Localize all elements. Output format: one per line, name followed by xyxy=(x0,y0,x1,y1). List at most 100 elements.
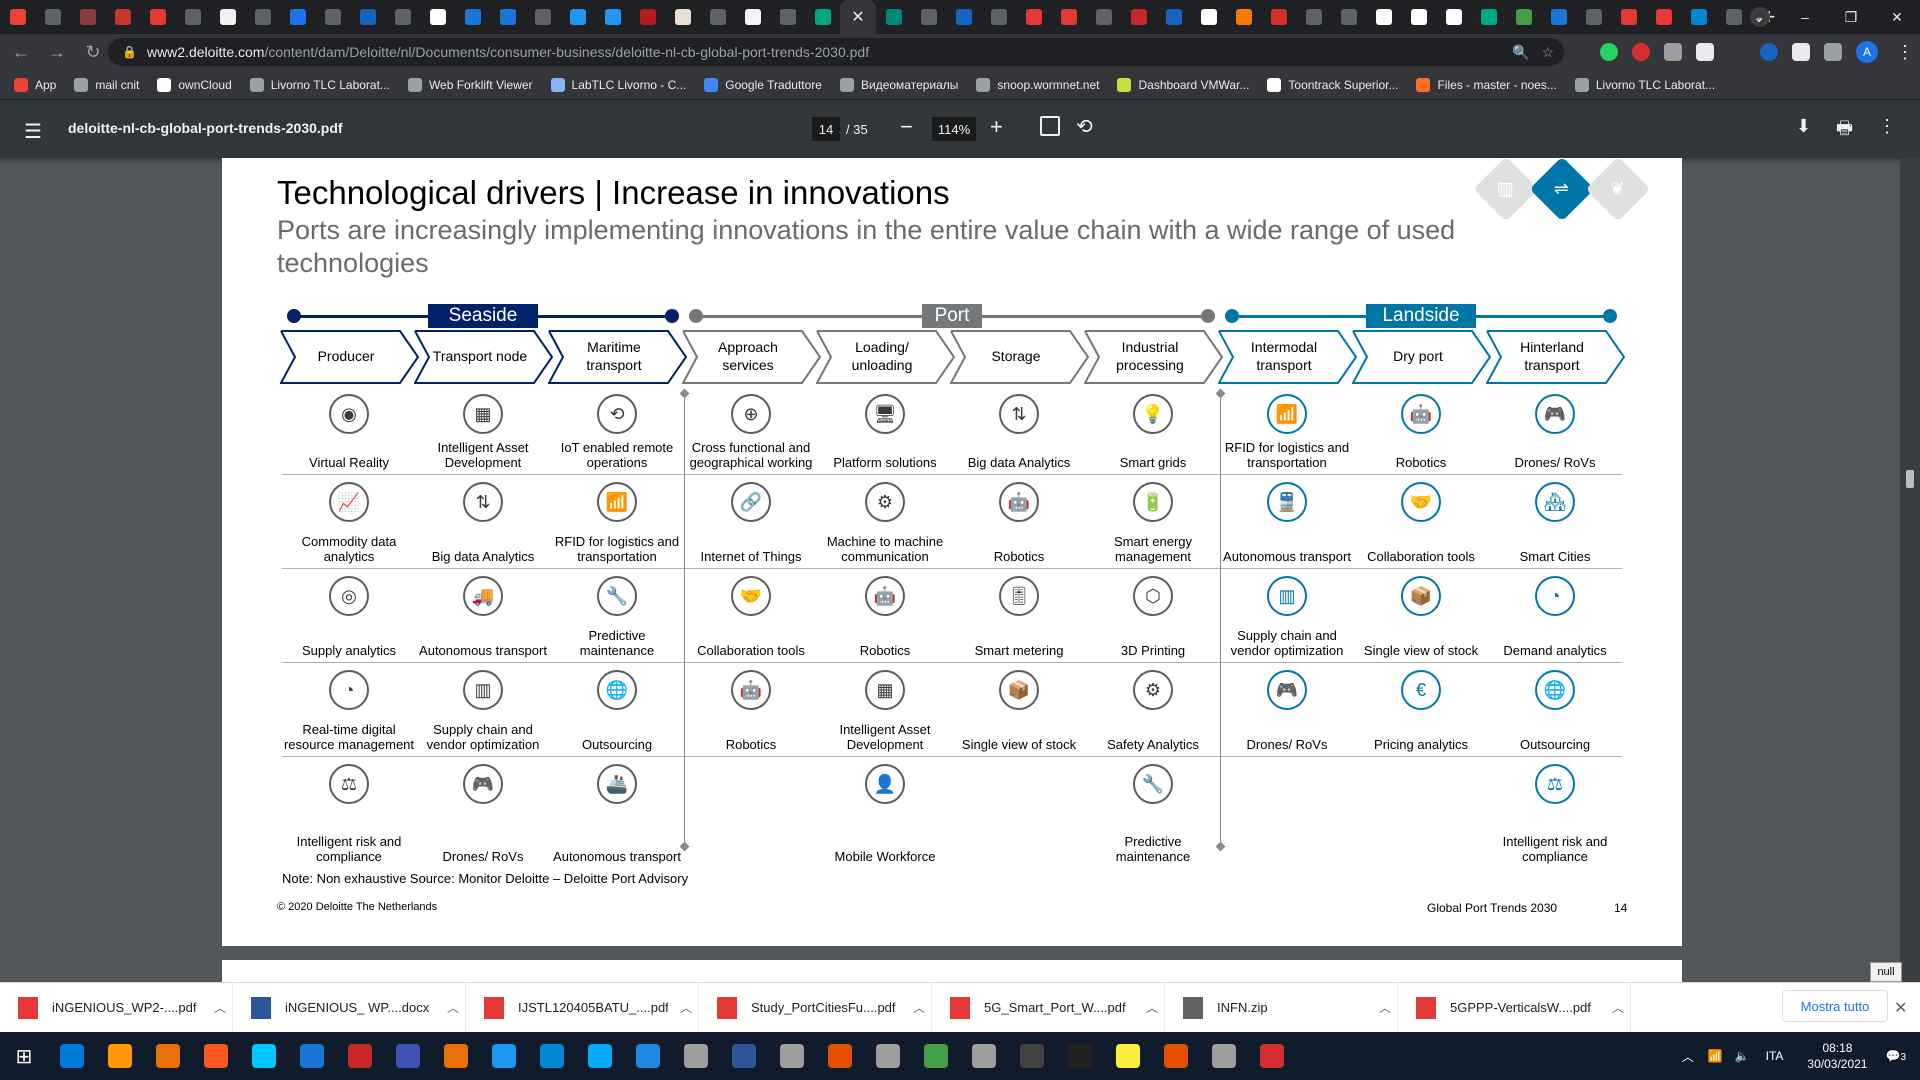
chevron-up-icon[interactable]: ︿ xyxy=(913,999,925,1016)
taskbar-app[interactable] xyxy=(1200,1032,1248,1080)
browser-tab[interactable] xyxy=(1681,0,1716,34)
volume-icon[interactable]: 🔈 xyxy=(1735,1049,1750,1063)
browser-tab[interactable] xyxy=(1506,0,1541,34)
browser-tab[interactable] xyxy=(946,0,981,34)
address-bar[interactable]: 🔒 www2.deloitte.com /content/dam/Deloitt… xyxy=(108,38,1564,66)
translate-extension-icon[interactable] xyxy=(1792,43,1810,61)
browser-tab[interactable] xyxy=(1191,0,1226,34)
tray-chevron-icon[interactable]: ︿ xyxy=(1682,1048,1694,1065)
zoom-icon[interactable]: 🔍 xyxy=(1512,44,1529,61)
taskbar-app[interactable] xyxy=(336,1032,384,1080)
taskbar-app[interactable] xyxy=(240,1032,288,1080)
download-item[interactable]: IJSTL120405BATU_....pdf ︿ xyxy=(466,982,699,1033)
more-options-icon[interactable]: ⋮ xyxy=(1878,116,1896,137)
browser-tab[interactable] xyxy=(1016,0,1051,34)
taskbar-app[interactable] xyxy=(816,1032,864,1080)
lock-icon[interactable]: 🔒 xyxy=(122,45,137,59)
taskbar-app[interactable] xyxy=(1248,1032,1296,1080)
taskbar-app[interactable] xyxy=(48,1032,96,1080)
browser-tab[interactable] xyxy=(1366,0,1401,34)
scrollbar-thumb[interactable] xyxy=(1906,470,1914,488)
taskbar-app[interactable] xyxy=(672,1032,720,1080)
taskbar-app[interactable] xyxy=(1104,1032,1152,1080)
back-icon[interactable]: ← xyxy=(6,37,36,67)
ip-extension-icon[interactable] xyxy=(1760,43,1778,61)
forward-icon[interactable]: → xyxy=(42,37,72,67)
browser-tab[interactable] xyxy=(1576,0,1611,34)
start-button[interactable]: ⊞ xyxy=(0,1032,48,1080)
page-number-input[interactable]: 14 xyxy=(812,117,840,141)
browser-tab[interactable] xyxy=(105,0,140,34)
browser-tab[interactable] xyxy=(735,0,770,34)
bookmark-item[interactable]: Livorno TLC Laborat... xyxy=(249,77,390,92)
bookmark-item[interactable]: Files - master - noes... xyxy=(1416,77,1557,92)
bookmark-item[interactable]: LabTLC Livorno - C... xyxy=(550,77,686,92)
taskbar-app[interactable] xyxy=(768,1032,816,1080)
download-item[interactable]: INFN.zip ︿ xyxy=(1165,982,1398,1033)
bookmark-star-icon[interactable]: ☆ xyxy=(1541,44,1554,61)
browser-tab[interactable] xyxy=(1261,0,1296,34)
zoom-level-input[interactable]: 114% xyxy=(932,117,976,141)
browser-menu-icon[interactable]: ⋮ xyxy=(1890,37,1920,67)
zoom-in-icon[interactable]: + xyxy=(990,114,1003,140)
g-extension-icon[interactable] xyxy=(1664,43,1682,61)
taskbar-app[interactable] xyxy=(960,1032,1008,1080)
taskbar-app[interactable] xyxy=(288,1032,336,1080)
browser-tab[interactable] xyxy=(0,0,35,34)
browser-tab[interactable] xyxy=(1331,0,1366,34)
taskbar-app[interactable] xyxy=(192,1032,240,1080)
bookmark-item[interactable]: Livorno TLC Laborat... xyxy=(1574,77,1715,92)
browser-tab[interactable] xyxy=(876,0,911,34)
download-item[interactable]: Study_PortCitiesFu....pdf ︿ xyxy=(699,982,932,1033)
taskbar-app[interactable] xyxy=(1152,1032,1200,1080)
browser-tab[interactable] xyxy=(455,0,490,34)
whatsapp-extension-icon[interactable] xyxy=(1600,43,1618,61)
clock[interactable]: 08:18 30/03/2021 xyxy=(1807,1040,1867,1072)
taskbar-app[interactable] xyxy=(624,1032,672,1080)
download-item[interactable]: 5GPPP-VerticalsW....pdf ︿ xyxy=(1398,982,1631,1033)
browser-tab[interactable] xyxy=(1646,0,1681,34)
taskbar-app[interactable] xyxy=(720,1032,768,1080)
browser-tab[interactable] xyxy=(1611,0,1646,34)
bookmark-item[interactable]: App xyxy=(14,77,56,92)
browser-tab[interactable] xyxy=(981,0,1016,34)
browser-tab[interactable] xyxy=(560,0,595,34)
reload-icon[interactable]: ↻ xyxy=(78,37,108,67)
browser-tab[interactable] xyxy=(665,0,700,34)
restore-button[interactable]: ❐ xyxy=(1828,0,1874,34)
browser-tab[interactable] xyxy=(770,0,805,34)
show-all-downloads-button[interactable]: Mostra tutto xyxy=(1782,990,1888,1022)
download-item[interactable]: 5G_Smart_Port_W....pdf ︿ xyxy=(932,982,1165,1033)
close-window-button[interactable]: ✕ xyxy=(1874,0,1920,34)
extensions-puzzle-icon[interactable] xyxy=(1824,43,1842,61)
bookmark-item[interactable]: Google Traduttore xyxy=(704,77,822,92)
taskbar-app[interactable] xyxy=(864,1032,912,1080)
chevron-up-icon[interactable]: ︿ xyxy=(1146,999,1158,1016)
taskbar-app[interactable] xyxy=(528,1032,576,1080)
download-item[interactable]: iNGENIOUS_WP2-....pdf ︿ xyxy=(0,982,233,1033)
chevron-up-icon[interactable]: ︿ xyxy=(1379,999,1391,1016)
browser-tab[interactable] xyxy=(175,0,210,34)
browser-tab[interactable] xyxy=(1226,0,1261,34)
browser-tab[interactable] xyxy=(420,0,455,34)
taskbar-app[interactable] xyxy=(912,1032,960,1080)
browser-tab[interactable] xyxy=(1436,0,1471,34)
bookmark-item[interactable]: Dashboard VMWar... xyxy=(1117,77,1249,92)
browser-tab[interactable] xyxy=(1296,0,1331,34)
chevron-up-icon[interactable]: ︿ xyxy=(680,999,692,1016)
browser-tab[interactable] xyxy=(1471,0,1506,34)
browser-tab[interactable] xyxy=(525,0,560,34)
browser-tab[interactable] xyxy=(70,0,105,34)
null-button[interactable]: null xyxy=(1870,962,1902,982)
fit-page-icon[interactable] xyxy=(1040,116,1060,136)
browser-tab[interactable] xyxy=(911,0,946,34)
browser-tab[interactable] xyxy=(140,0,175,34)
adblock-extension-icon[interactable] xyxy=(1632,43,1650,61)
browser-tab[interactable] xyxy=(1121,0,1156,34)
minimize-button[interactable]: – xyxy=(1782,0,1828,34)
browser-tab[interactable] xyxy=(630,0,665,34)
taskbar-app[interactable] xyxy=(384,1032,432,1080)
close-shelf-icon[interactable]: ✕ xyxy=(1894,998,1907,1018)
pocket-extension-icon[interactable] xyxy=(1696,43,1714,61)
bookmark-item[interactable]: ownCloud xyxy=(157,77,232,92)
